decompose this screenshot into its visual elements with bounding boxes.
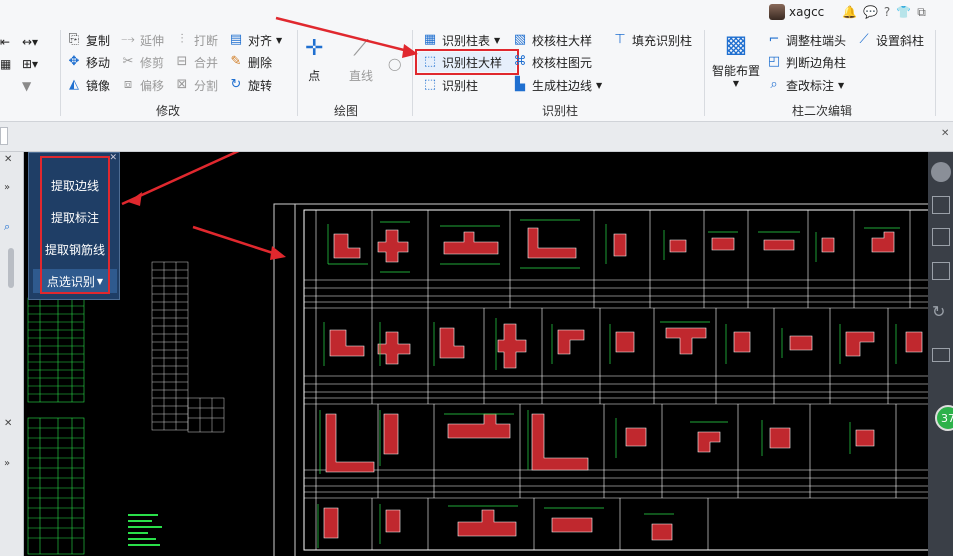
scrollbar-thumb[interactable] [8, 248, 14, 288]
arrow-to-ribbon [275, 16, 413, 54]
left-dock: ✕ » ⌕ ✕ » [0, 152, 24, 556]
top-arrow-overlay [275, 16, 418, 58]
expand-icon[interactable]: » [4, 182, 10, 193]
app-window: xagcc 🔔 💬 ? 👕 ⧉ ⇤ ↔▾ ▦ ⊞▾ ▼ ⎘ 复制 ✥ 移动 ◭ 镜像 … [0, 0, 953, 556]
expand-icon[interactable]: » [4, 458, 10, 469]
view-top-icon[interactable] [932, 228, 950, 246]
highlight-box-panel [40, 156, 110, 294]
refresh-icon[interactable]: ↻ [932, 302, 945, 321]
close-icon[interactable]: ✕ [4, 154, 12, 165]
view-cube-icon[interactable] [932, 196, 950, 214]
arrowhead-ribbon [402, 44, 418, 58]
view-toolbar: ↻ [928, 152, 953, 556]
close-icon[interactable]: ✕ [109, 153, 117, 163]
cad-canvas[interactable] [0, 152, 953, 556]
view-front-icon[interactable] [932, 262, 950, 280]
orbit-icon[interactable] [931, 162, 951, 182]
layers-icon[interactable] [932, 348, 950, 362]
close-icon[interactable]: ✕ [4, 418, 12, 429]
search-icon[interactable]: ⌕ [4, 220, 10, 234]
